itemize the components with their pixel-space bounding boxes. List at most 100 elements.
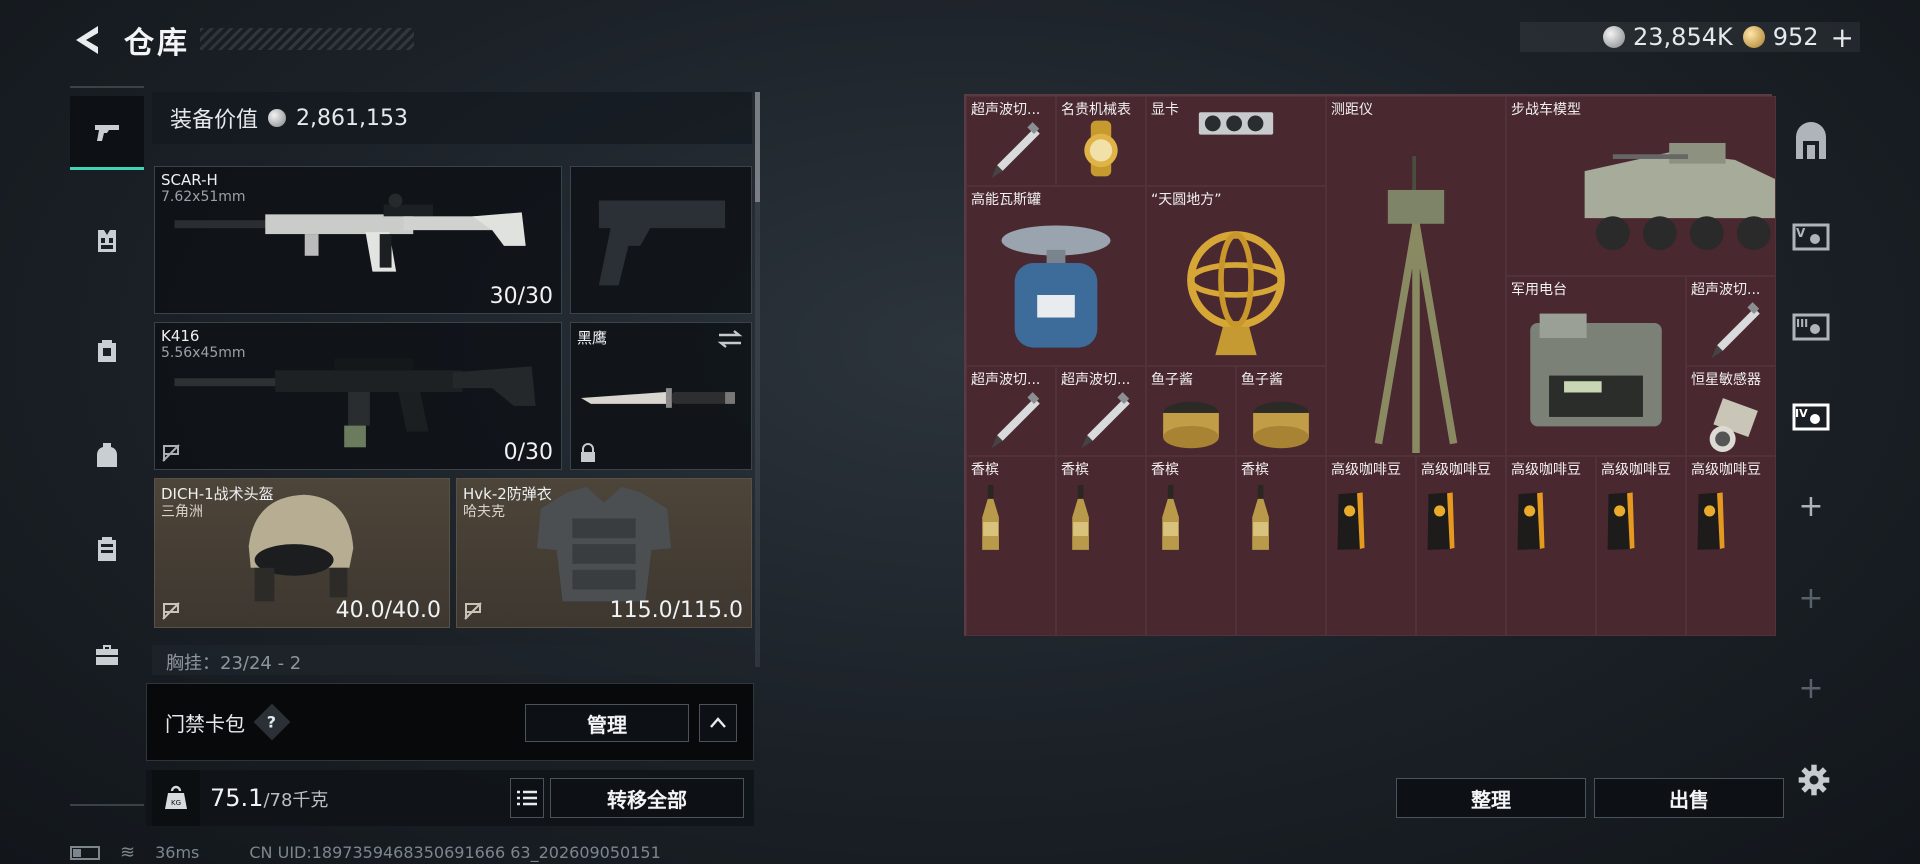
- secondary-weapon-slot[interactable]: K416 5.56x45mm 0/30: [154, 322, 562, 470]
- item-name: 高级咖啡豆: [1601, 462, 1671, 478]
- toolbox-icon: [96, 645, 118, 665]
- add-warehouse-page-button[interactable]: +: [1776, 560, 1846, 636]
- back-button[interactable]: [70, 22, 106, 58]
- inventory-item[interactable]: 香槟: [966, 456, 1056, 636]
- back-arrow-icon: [76, 26, 98, 54]
- gold-coin-icon: [1742, 26, 1765, 48]
- item-name: 恒星敏感器: [1691, 372, 1761, 388]
- keycard-bag-row: 门禁卡包 ? 管理: [146, 683, 754, 761]
- coffee-item-icon: [1697, 492, 1725, 550]
- chest-rig-row[interactable]: 胸挂：23/24 - 2: [152, 645, 752, 675]
- inventory-item[interactable]: 恒星敏感器: [1686, 366, 1776, 456]
- sell-button[interactable]: 出售: [1594, 778, 1784, 818]
- transfer-all-button[interactable]: 转移全部: [550, 778, 744, 818]
- inventory-item[interactable]: 军用电台: [1506, 276, 1686, 456]
- svg-text:IV: IV: [1795, 407, 1808, 420]
- rifle-k416-icon: [174, 358, 536, 448]
- uid-text: CN UID:1897359468350691666 63_2026090501…: [249, 843, 661, 862]
- tab-warehouse-iv[interactable]: IV: [1776, 378, 1846, 454]
- champagne-item-icon: [1072, 484, 1089, 550]
- title-decoration: [200, 28, 414, 50]
- help-button[interactable]: ?: [253, 703, 291, 741]
- item-name: “天圆地方”: [1151, 192, 1222, 208]
- flag-icon: [161, 443, 183, 463]
- primary-weapon-slot[interactable]: SCAR-H 7.62x51mm 30/30: [154, 166, 562, 314]
- item-name: 超声波切...: [971, 102, 1041, 118]
- inventory-item[interactable]: 高级咖啡豆: [1596, 456, 1686, 636]
- warehouse-iv-icon: IV: [1792, 403, 1830, 431]
- inventory-item[interactable]: 超声波切...: [1686, 276, 1776, 366]
- inventory-item[interactable]: 鱼子酱: [1146, 366, 1236, 456]
- inventory-item[interactable]: 高能瓦斯罐: [966, 186, 1146, 366]
- inventory-item[interactable]: 显卡: [1146, 96, 1326, 186]
- melee-slot[interactable]: 黑鹰: [570, 322, 752, 470]
- currency-bar: 23,854K 952 +: [1520, 21, 1860, 54]
- item-name: 超声波切...: [1691, 282, 1761, 298]
- inventory-item[interactable]: 高级咖啡豆: [1416, 456, 1506, 636]
- svg-text:KG: KG: [171, 799, 181, 807]
- pistol-icon: [95, 124, 119, 141]
- inventory-item[interactable]: 高级咖啡豆: [1686, 456, 1776, 636]
- item-name: 高级咖啡豆: [1511, 462, 1581, 478]
- item-name: 高能瓦斯罐: [971, 192, 1041, 208]
- storage-arch-icon: [1796, 122, 1826, 159]
- add-warehouse-page-button[interactable]: +: [1776, 468, 1846, 544]
- inventory-item[interactable]: 鱼子酱: [1236, 366, 1326, 456]
- pistol-placeholder-icon: [598, 200, 726, 286]
- inventory-item[interactable]: 测距仪: [1326, 96, 1506, 456]
- silver-amount: 23,854K: [1633, 23, 1733, 51]
- armor-slot[interactable]: Hvk-2防弹衣 哈夫克 115.0/115.0: [456, 478, 752, 628]
- inventory-item[interactable]: 香槟: [1236, 456, 1326, 636]
- item-name: 显卡: [1151, 102, 1179, 118]
- inventory-item[interactable]: 香槟: [1146, 456, 1236, 636]
- list-icon: [517, 790, 537, 806]
- list-view-button[interactable]: [510, 778, 544, 818]
- inventory-item[interactable]: 高级咖啡豆: [1506, 456, 1596, 636]
- gold-amount: 952: [1772, 23, 1819, 51]
- status-footer: ≋ 36ms CN UID:1897359468350691666 63_202…: [70, 842, 661, 863]
- item-name: 高级咖啡豆: [1331, 462, 1401, 478]
- pistol-slot[interactable]: [570, 166, 752, 314]
- tab-toolbox[interactable]: [70, 618, 144, 692]
- coffee-item-icon: [1607, 492, 1635, 550]
- inventory-item[interactable]: 香槟: [1056, 456, 1146, 636]
- inventory-item[interactable]: 步战车模型: [1506, 96, 1776, 276]
- add-currency-button[interactable]: +: [1831, 21, 1854, 54]
- equipment-value-label: 装备价值: [170, 108, 259, 133]
- champagne-item-icon: [1162, 484, 1179, 550]
- weight-readout: 75.1/78千克: [210, 784, 328, 812]
- collapse-button[interactable]: [699, 704, 737, 742]
- settings-button[interactable]: [1796, 762, 1836, 802]
- sort-button[interactable]: 整理: [1396, 778, 1586, 818]
- item-name: 香槟: [1061, 462, 1089, 478]
- tab-container[interactable]: [70, 512, 144, 586]
- page-title: 仓库: [124, 26, 190, 61]
- item-name: 超声波切...: [971, 372, 1041, 388]
- silver-currency: 23,854K: [1603, 23, 1733, 51]
- gold-currency[interactable]: 952 +: [1742, 21, 1854, 54]
- helmet-slot[interactable]: DICH-1战术头盔 三角洲 40.0/40.0: [154, 478, 450, 628]
- equipment-scroll-thumb[interactable]: [755, 92, 760, 202]
- inventory-item[interactable]: “天圆地方”: [1146, 186, 1326, 366]
- inventory-item[interactable]: 超声波切...: [1056, 366, 1146, 456]
- coffee-item-icon: [1337, 492, 1365, 550]
- item-name: 名贵机械表: [1061, 102, 1131, 118]
- flag-icon: [463, 601, 485, 621]
- armillary-item-icon: [1187, 231, 1285, 356]
- tab-weapons[interactable]: [70, 96, 144, 170]
- tab-backpack[interactable]: [70, 418, 144, 492]
- tab-warehouse-iii[interactable]: III: [1776, 288, 1846, 364]
- add-warehouse-page-button[interactable]: +: [1776, 650, 1846, 726]
- svg-text:V: V: [1796, 226, 1806, 240]
- warehouse-v-icon: V: [1792, 223, 1830, 251]
- inventory-item[interactable]: 超声波切...: [966, 96, 1056, 186]
- manage-button[interactable]: 管理: [525, 704, 689, 742]
- tab-chest-rig[interactable]: [70, 204, 144, 278]
- inventory-item[interactable]: 名贵机械表: [1056, 96, 1146, 186]
- backpack-slot-icon: [98, 340, 116, 362]
- tab-backpack-slot[interactable]: [70, 314, 144, 388]
- tab-warehouse-main[interactable]: [1776, 104, 1846, 180]
- inventory-item[interactable]: 超声波切...: [966, 366, 1056, 456]
- inventory-item[interactable]: 高级咖啡豆: [1326, 456, 1416, 636]
- tab-warehouse-v[interactable]: V: [1776, 198, 1846, 274]
